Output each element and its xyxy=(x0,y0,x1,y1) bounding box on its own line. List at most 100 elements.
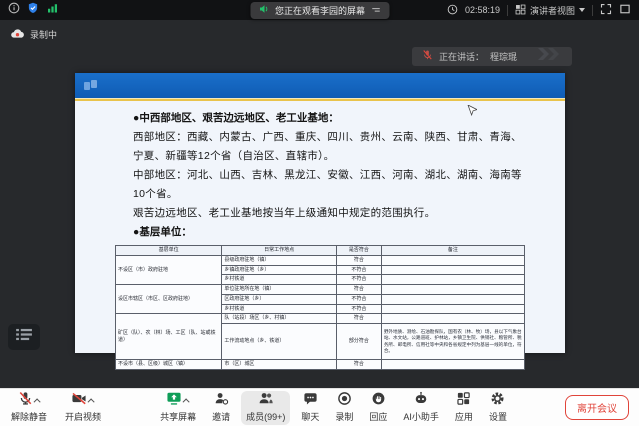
table-cell xyxy=(381,265,524,275)
speaking-prefix: 正在讲话： xyxy=(439,50,484,63)
slide-logo xyxy=(84,79,100,97)
mouse-cursor xyxy=(467,105,477,123)
slide-header-band xyxy=(75,73,565,98)
layout-grid-icon xyxy=(515,4,526,17)
table-header-cell: 备注 xyxy=(381,246,524,256)
window-mode-icon[interactable] xyxy=(619,3,631,17)
table-cell: 符合 xyxy=(336,255,381,265)
table-cell xyxy=(381,275,524,285)
table-cell: 矿区（队）、农（林）场、工区（队、站或铁道） xyxy=(116,314,222,360)
shared-slide: ●中西部地区、艰苦边远地区、老工业基地： 西部地区：西藏、内蒙古、广西、重庆、四… xyxy=(75,73,565,353)
reaction-hand-icon xyxy=(371,391,386,411)
banner-menu-icon[interactable] xyxy=(370,2,381,20)
divider xyxy=(507,5,508,16)
chevron-up-icon[interactable] xyxy=(183,398,190,405)
top-bar: 您正在观看李园的屏幕 02:58:19 演讲者视图 xyxy=(0,0,639,20)
screen-share-stage: 录制中 正在讲话： 程琮琨 xyxy=(0,20,639,388)
active-speaker-bar: 正在讲话： 程琮琨 xyxy=(412,47,572,66)
panel-toggle-button[interactable] xyxy=(8,324,40,350)
view-mode-label: 演讲者视图 xyxy=(530,4,575,17)
watermark-chevrons-icon xyxy=(536,47,562,66)
table-cell: 不设区（市）政府驻地 xyxy=(116,255,222,284)
ai-robot-icon xyxy=(413,391,429,411)
share-screen-icon xyxy=(166,391,182,411)
share-screen-button[interactable]: 共享屏幕 xyxy=(155,391,201,425)
table-cell: 不符合 xyxy=(336,304,381,314)
watching-banner-text: 您正在观看李园的屏幕 xyxy=(275,4,365,17)
table-cell: 部分符合 xyxy=(336,324,381,360)
participants-button[interactable]: 成员(99+) xyxy=(241,391,290,425)
clock-icon xyxy=(447,4,458,17)
settings-button[interactable]: 设置 xyxy=(484,391,512,425)
list-icon xyxy=(16,328,33,346)
table-header-cell: 日常工作地点 xyxy=(222,246,337,256)
divider xyxy=(592,5,593,16)
chat-bubble-icon xyxy=(303,391,318,411)
mic-muted-icon xyxy=(422,48,433,66)
speaker-audio-icon xyxy=(258,2,270,20)
table-header-cell: 基层单位 xyxy=(116,246,222,256)
info-icon[interactable] xyxy=(8,1,20,19)
table-cell: 县级政府驻地（镇） xyxy=(222,255,337,265)
table-header-cell: 是否符合 xyxy=(336,246,381,256)
meeting-window: 您正在观看李园的屏幕 02:58:19 演讲者视图 xyxy=(0,0,639,426)
table-cell xyxy=(381,255,524,265)
record-icon xyxy=(337,391,352,411)
fullscreen-icon[interactable] xyxy=(600,3,612,17)
ai-assistant-button[interactable]: AI小助手 xyxy=(398,391,444,425)
slide-heading-units: ●基层单位： xyxy=(133,223,535,242)
invite-button[interactable]: 邀请 xyxy=(207,391,235,425)
slide-paragraph-line: 10个省。 xyxy=(133,185,535,204)
table-cell xyxy=(381,360,524,370)
table-cell: 队（站段）场区（乡、村镇） xyxy=(222,314,337,324)
table-cell xyxy=(381,285,524,295)
cloud-recording-icon xyxy=(10,27,25,42)
table-cell: 符合 xyxy=(336,314,381,324)
recording-indicator[interactable]: 录制中 xyxy=(10,27,57,42)
table-cell: 不符合 xyxy=(336,275,381,285)
table-cell: 市（区）城区 xyxy=(222,360,337,370)
table-cell: 乡镇政府驻地（乡） xyxy=(222,265,337,275)
watching-banner[interactable]: 您正在观看李园的屏幕 xyxy=(250,2,389,19)
table-cell xyxy=(381,304,524,314)
leave-meeting-button[interactable]: 离开会议 xyxy=(565,395,629,420)
table-cell: 工作流动地点（乡、铁道） xyxy=(222,324,337,360)
camera-off-icon xyxy=(71,391,87,411)
table-cell: 不符合 xyxy=(336,265,381,275)
chevron-up-icon[interactable] xyxy=(33,398,40,405)
table-cell: 单位驻地所在地（镇） xyxy=(222,285,337,295)
bottom-toolbar: 解除静音 开启视频 共享屏幕 xyxy=(0,388,639,426)
shield-check-icon[interactable] xyxy=(27,1,39,19)
chevron-up-icon[interactable] xyxy=(88,398,95,405)
table-cell: 乡村铁道 xyxy=(222,304,337,314)
start-video-button[interactable]: 开启视频 xyxy=(60,391,106,425)
table-cell xyxy=(381,314,524,324)
reactions-button[interactable]: 回应 xyxy=(364,391,392,425)
slide-paragraph-line: 西部地区：西藏、内蒙古、广西、重庆、四川、贵州、云南、陕西、甘肃、青海、 xyxy=(133,128,535,147)
table-cell: 不设市（县、区级）城区（镇） xyxy=(116,360,222,370)
table-cell: 野外地质、测绘、石油勘探队，国有农（林、牧）场，县以下气象台站、水文站，公路道班… xyxy=(381,324,524,360)
table-cell: 符合 xyxy=(336,285,381,295)
record-button[interactable]: 录制 xyxy=(330,391,358,425)
invite-person-icon xyxy=(214,391,229,411)
participants-icon xyxy=(258,391,274,411)
apps-grid-icon xyxy=(456,391,471,411)
table-cell: 设区市辖区（市区、区政府驻地） xyxy=(116,285,222,314)
slide-table: 基层单位日常工作地点是否符合备注不设区（市）政府驻地县级政府驻地（镇）符合乡镇政… xyxy=(115,245,525,370)
view-mode-button[interactable]: 演讲者视图 xyxy=(515,4,585,17)
meeting-timer: 02:58:19 xyxy=(465,5,500,15)
chevron-down-icon xyxy=(579,8,585,12)
slide-paragraph-line: 宁夏、新疆等12个省（自治区、直辖市）。 xyxy=(133,147,535,166)
unmute-button[interactable]: 解除静音 xyxy=(6,391,52,425)
speaker-name: 程琮琨 xyxy=(490,50,517,63)
recording-label: 录制中 xyxy=(30,28,57,41)
table-cell: 符合 xyxy=(336,360,381,370)
mic-off-icon xyxy=(18,391,33,411)
slide-paragraph-line: 艰苦边远地区、老工业基地按当年上级通知中规定的范围执行。 xyxy=(133,204,535,223)
chat-button[interactable]: 聊天 xyxy=(296,391,324,425)
table-cell: 区政府驻地（乡） xyxy=(222,294,337,304)
gear-icon xyxy=(490,391,505,411)
table-cell xyxy=(381,294,524,304)
apps-button[interactable]: 应用 xyxy=(450,391,478,425)
network-signal-icon xyxy=(46,1,59,19)
